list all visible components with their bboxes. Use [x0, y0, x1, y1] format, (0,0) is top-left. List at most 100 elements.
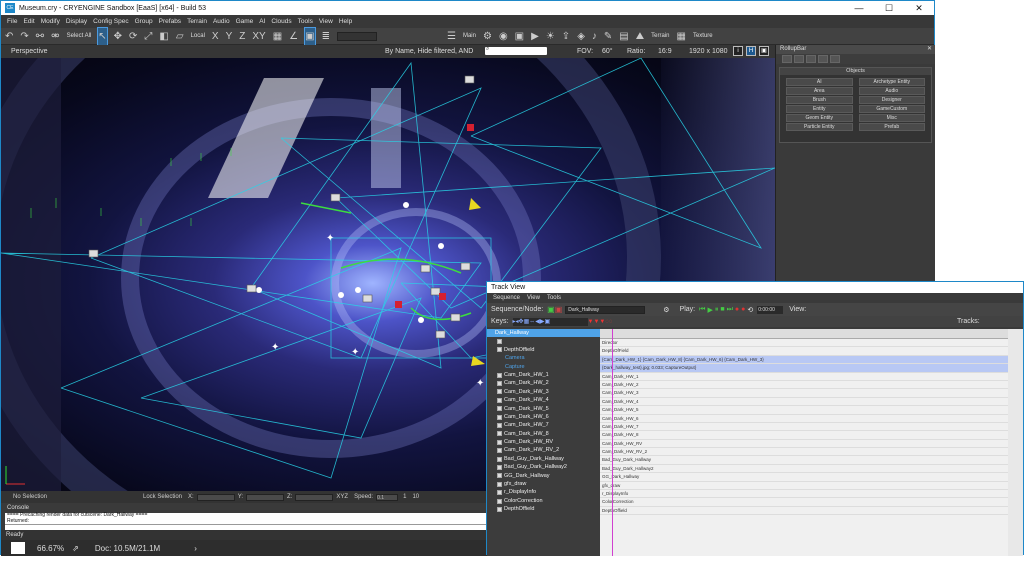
sequence-dropdown[interactable]: Dark_Hallway — [565, 305, 646, 314]
node-item[interactable]: Cam_Dark_HW_3 — [487, 388, 600, 396]
speed-step-10[interactable]: 10 — [412, 494, 419, 500]
node-item[interactable]: GG_Dark_Hallway — [487, 472, 600, 480]
ai-button[interactable]: AI — [786, 78, 853, 86]
terrain-tab-icon[interactable] — [830, 55, 840, 63]
key-row[interactable]: DepthOffield — [600, 507, 1008, 516]
camera-icon[interactable]: ▣ — [515, 28, 524, 45]
undo-icon[interactable]: ↶ — [5, 28, 13, 45]
x-coord-field[interactable] — [196, 493, 235, 501]
layers-icon[interactable]: ☰ — [447, 28, 456, 45]
display-icon[interactable]: ▣ — [759, 46, 769, 56]
redo-icon[interactable]: ↷ — [20, 28, 28, 45]
zoom-value[interactable]: 66.67% — [37, 544, 64, 553]
menu-modify[interactable]: Modify — [41, 18, 60, 25]
key-row[interactable]: Cam_Dark_HW_7 — [600, 423, 1008, 432]
axis-xy-button[interactable]: XY — [252, 28, 265, 45]
node-item[interactable]: DepthOffield — [487, 346, 600, 354]
menu-edit[interactable]: Edit — [23, 18, 34, 25]
lighting-icon[interactable]: ☀ — [546, 28, 555, 45]
node-item[interactable]: r_DisplayInfo — [487, 488, 600, 496]
speed-step-1[interactable]: 1 — [403, 494, 406, 500]
key-row[interactable]: {Dark_hallway_test}.jpg; 0.033; CaptureO… — [600, 364, 1008, 373]
maximize-icon[interactable]: ☐ — [874, 1, 904, 15]
menu-terrain[interactable]: Terrain — [187, 18, 207, 25]
add-sequence-icon[interactable]: ▣ — [547, 305, 555, 314]
menu-view[interactable]: View — [319, 18, 333, 25]
select-tool-icon[interactable]: ↖ — [97, 26, 108, 46]
keys-timeline[interactable]: Director DepthOfField {Cam_Dark_HW_1} {C… — [600, 329, 1008, 556]
time-ruler[interactable] — [600, 329, 1008, 339]
object-icon[interactable]: ◈ — [577, 28, 585, 45]
game-icon[interactable]: ▶ — [531, 28, 539, 45]
key-row[interactable]: Cam_Dark_HW_3 — [600, 389, 1008, 398]
node-item[interactable]: Camera — [487, 354, 600, 362]
y-coord-field[interactable] — [246, 493, 285, 501]
menu-clouds[interactable]: Clouds — [271, 18, 291, 25]
move-tool-icon[interactable]: ✥ — [114, 28, 122, 45]
designer-button[interactable]: Designer — [858, 96, 925, 104]
fov-value[interactable]: 60° — [602, 48, 613, 55]
close-icon[interactable]: ✕ — [904, 1, 934, 15]
texture-button[interactable]: Texture — [693, 33, 713, 39]
modify-tab-icon[interactable] — [794, 55, 804, 63]
z-coord-field[interactable] — [295, 493, 334, 501]
texture-icon[interactable]: ▦ — [676, 28, 685, 45]
record-icon[interactable]: ● — [735, 306, 739, 313]
database-icon[interactable]: ▤ — [619, 28, 628, 45]
node-item[interactable]: Cam_Dark_HW_5 — [487, 405, 600, 413]
export-icon[interactable]: ⇪ — [562, 28, 570, 45]
key-tools-strip[interactable]: ▸◂✥▦⇔◀▶▣ — [512, 317, 588, 326]
loop-icon[interactable]: ⟲ — [747, 306, 753, 314]
auto-record-icon[interactable]: ● — [741, 306, 745, 313]
node-item[interactable]: Cam_Dark_HW_RV — [487, 438, 600, 446]
key-row[interactable]: Cam_Dark_HW_2 — [600, 381, 1008, 390]
node-item[interactable]: gfx_draw — [487, 480, 600, 488]
key-row[interactable]: Cam_Dark_HW_6 — [600, 415, 1008, 423]
terrain-button[interactable]: Terrain — [651, 33, 669, 39]
key-row[interactable]: Cam_Dark_HW_5 — [600, 406, 1008, 415]
sound-icon[interactable]: ♪ — [592, 28, 597, 45]
go-start-icon[interactable]: ⏮ — [699, 306, 705, 314]
gamecustom-button[interactable]: GameCustom — [858, 105, 925, 113]
unlink-icon[interactable]: ⚮ — [51, 28, 59, 45]
lock-selection-button[interactable]: Lock Selection — [143, 494, 182, 500]
axis-x-button[interactable]: X — [212, 28, 219, 45]
popout-icon[interactable]: ⇗ — [72, 544, 79, 553]
key-row[interactable]: ColorCorrection — [600, 498, 1008, 507]
ai-icon[interactable]: ◉ — [499, 28, 508, 45]
xyz-button[interactable]: XYZ — [336, 494, 348, 500]
menu-audio[interactable]: Audio — [213, 18, 230, 25]
menu-sequence[interactable]: Sequence — [493, 295, 520, 301]
go-end-icon[interactable]: ⏭ — [727, 306, 733, 314]
display-tab-icon[interactable] — [806, 55, 816, 63]
speed-field[interactable]: 0.1 — [376, 493, 399, 501]
link-icon[interactable]: ⚯ — [36, 28, 44, 45]
prefab-button[interactable]: Prefab — [858, 123, 925, 131]
key-row[interactable]: Bad_Guy_Dark_Hallway — [600, 456, 1008, 465]
key-row[interactable]: Cam_Dark_HW_RV_2 — [600, 448, 1008, 457]
menu-display[interactable]: Display — [66, 18, 87, 25]
physics-icon[interactable]: ⚙ — [483, 28, 492, 45]
node-item[interactable] — [487, 337, 600, 345]
node-item[interactable]: Cam_Dark_HW_1 — [487, 371, 600, 379]
layer-icon[interactable]: ≣ — [322, 28, 330, 45]
node-sequence-root[interactable]: Dark_Hallway — [487, 329, 600, 338]
key-row[interactable]: Bad_Guy_Dark_Hallway2 — [600, 465, 1008, 474]
terrain-snap-icon[interactable]: ▱ — [176, 28, 184, 45]
minimize-icon[interactable]: — — [844, 1, 874, 15]
node-item[interactable]: Cam_Dark_HW_RV_2 — [487, 446, 600, 454]
misc-button[interactable]: Misc — [858, 114, 925, 122]
viewport-mode[interactable]: Perspective — [11, 48, 48, 55]
key-row[interactable]: Cam_Dark_HW_8 — [600, 431, 1008, 440]
menu-group[interactable]: Group — [135, 18, 153, 25]
pause-icon[interactable]: ⏸ — [715, 306, 719, 314]
axis-z-button[interactable]: Z — [239, 28, 245, 45]
key-row[interactable]: DepthOfField — [600, 347, 1008, 356]
axis-y-button[interactable]: Y — [226, 28, 233, 45]
key-row[interactable]: r_DisplayInfo — [600, 490, 1008, 499]
node-item[interactable]: ColorCorrection — [487, 497, 600, 505]
vertex-snap-icon[interactable]: ▣ — [304, 26, 316, 46]
time-cursor[interactable] — [612, 329, 613, 556]
resolution-value[interactable]: 1920 x 1080 — [689, 48, 728, 55]
snap-icon[interactable]: ◧ — [159, 28, 168, 45]
